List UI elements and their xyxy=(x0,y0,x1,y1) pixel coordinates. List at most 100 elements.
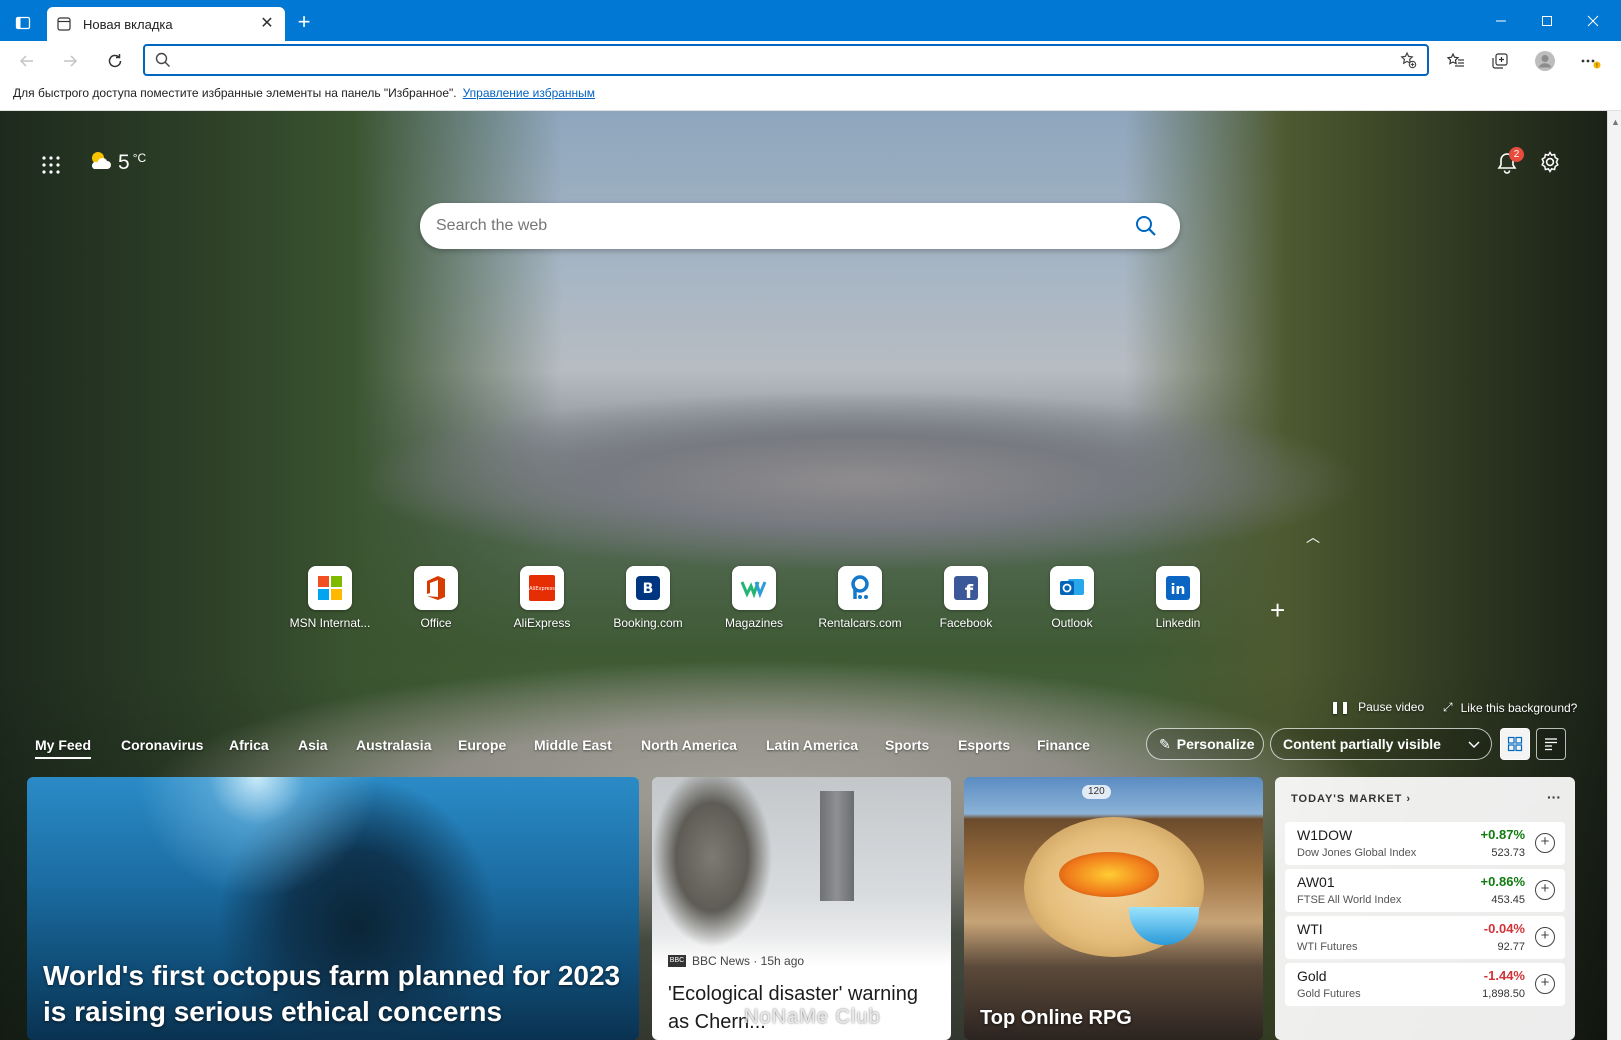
search-icon xyxy=(155,52,171,73)
content-visibility-label: Content partially visible xyxy=(1283,736,1441,752)
quick-link-linkedin[interactable]: in Linkedin xyxy=(1128,566,1228,630)
quick-link-label: Office xyxy=(420,616,452,630)
tab-title: Новая вкладка xyxy=(83,16,173,32)
favorites-icon[interactable] xyxy=(1441,46,1471,76)
personalize-label: Personalize xyxy=(1176,736,1255,752)
quick-link-msn[interactable]: MSN Internat... xyxy=(280,566,380,630)
market-symbol: WTI xyxy=(1297,921,1323,937)
quick-link-label: Rentalcars.com xyxy=(818,616,902,630)
weather-widget[interactable]: 5 °C xyxy=(88,149,146,176)
magazines-logo-icon xyxy=(732,566,776,610)
tab-sports[interactable]: Sports xyxy=(885,737,929,753)
address-input[interactable] xyxy=(179,50,1359,72)
quick-links: MSN Internat... Office AliExpress AliExp… xyxy=(280,566,1310,636)
market-row[interactable]: WTI WTI Futures -0.04% 92.77 + xyxy=(1285,916,1565,959)
search-icon[interactable] xyxy=(1134,214,1158,238)
content-visibility-dropdown[interactable]: Content partially visible xyxy=(1270,728,1492,760)
vertical-scrollbar[interactable]: ▲ xyxy=(1607,111,1621,1040)
quick-link-office[interactable]: Office xyxy=(386,566,486,630)
notification-bell-icon[interactable]: 2 xyxy=(1496,147,1524,175)
close-window-icon[interactable] xyxy=(1570,0,1616,41)
scroll-up-icon[interactable]: ▲ xyxy=(1611,117,1620,127)
market-value: 453.45 xyxy=(1491,894,1525,906)
quick-link-label: Linkedin xyxy=(1155,616,1201,630)
add-to-watchlist-icon[interactable]: + xyxy=(1535,833,1555,853)
personalize-button[interactable]: ✎ Personalize xyxy=(1146,728,1264,760)
list-view-icon[interactable] xyxy=(1536,728,1566,760)
collections-icon[interactable] xyxy=(1485,46,1515,76)
refresh-icon[interactable] xyxy=(100,46,130,76)
quick-link-label: Magazines xyxy=(724,616,784,630)
tab-esports[interactable]: Esports xyxy=(958,737,1010,753)
tab-north-america[interactable]: North America xyxy=(641,737,737,753)
svg-text:!: ! xyxy=(1596,63,1598,70)
chevron-up-icon[interactable]: ︿ xyxy=(1306,527,1320,547)
title-bar: Новая вкладка ✕ + xyxy=(0,0,1621,41)
add-to-watchlist-icon[interactable]: + xyxy=(1535,927,1555,947)
more-options-icon[interactable]: ··· xyxy=(1547,789,1561,805)
ad-card-game[interactable]: 120 Top Online RPG xyxy=(964,777,1263,1040)
tab-asia[interactable]: Asia xyxy=(298,737,328,753)
tab-middle-east[interactable]: Middle East xyxy=(534,737,612,753)
tab-europe[interactable]: Europe xyxy=(458,737,506,753)
tab-coronavirus[interactable]: Coronavirus xyxy=(121,737,203,753)
browser-tab-active[interactable]: Новая вкладка ✕ xyxy=(47,7,285,41)
gear-icon[interactable] xyxy=(1539,151,1563,175)
manage-favorites-link[interactable]: Управление избранным xyxy=(463,86,595,100)
tab-my-feed[interactable]: My Feed xyxy=(35,737,92,759)
market-row[interactable]: AW01 FTSE All World Index +0.86% 453.45 … xyxy=(1285,869,1565,912)
star-plus-icon[interactable] xyxy=(1399,51,1417,74)
quick-link-aliexpress[interactable]: AliExpress AliExpress xyxy=(492,566,592,630)
like-background-button[interactable]: ⤢ Like this background? xyxy=(1443,700,1577,715)
tab-latin-america[interactable]: Latin America xyxy=(766,737,858,753)
web-search-box[interactable] xyxy=(420,203,1180,249)
address-bar[interactable] xyxy=(143,44,1429,76)
web-search-input[interactable] xyxy=(436,215,1116,237)
pause-video-button[interactable]: ❚❚ Pause video xyxy=(1330,700,1424,714)
market-value: 92.77 xyxy=(1497,941,1525,953)
app-launcher-icon[interactable] xyxy=(40,154,62,176)
pencil-icon: ✎ xyxy=(1159,735,1171,752)
tab-africa[interactable]: Africa xyxy=(229,737,269,753)
chevron-right-icon: › xyxy=(1406,793,1412,805)
tab-actions-icon[interactable] xyxy=(8,8,38,38)
news-meta: BBC BBC News · 15h ago xyxy=(668,954,804,968)
more-menu-icon[interactable]: ! xyxy=(1575,46,1605,76)
outlook-logo-icon xyxy=(1050,566,1094,610)
news-photo xyxy=(652,777,951,947)
maximize-icon[interactable] xyxy=(1524,0,1570,41)
chevron-down-icon xyxy=(1467,737,1481,754)
market-row[interactable]: Gold Gold Futures -1.44% 1,898.50 + xyxy=(1285,963,1565,1006)
news-card-bbc[interactable]: BBC BBC News · 15h ago 'Ecological disas… xyxy=(652,777,951,1040)
new-tab-button[interactable]: + xyxy=(292,10,316,34)
add-quick-link-button[interactable]: + xyxy=(1270,595,1285,626)
quick-link-facebook[interactable]: f Facebook xyxy=(916,566,1016,630)
aliexpress-logo-icon: AliExpress xyxy=(520,566,564,610)
grid-view-icon[interactable] xyxy=(1500,728,1530,760)
market-name: WTI Futures xyxy=(1297,941,1358,953)
news-source: BBC News · 15h ago xyxy=(692,954,805,968)
quick-link-rentalcars[interactable]: Rentalcars.com xyxy=(810,566,910,630)
market-change: +0.86% xyxy=(1480,874,1525,889)
svg-text:B: B xyxy=(643,581,654,597)
profile-avatar-icon[interactable] xyxy=(1530,46,1560,76)
quick-link-booking[interactable]: B Booking.com xyxy=(598,566,698,630)
pause-video-label: Pause video xyxy=(1358,700,1425,714)
quick-link-label: MSN Internat... xyxy=(289,616,371,630)
quick-link-magazines[interactable]: Magazines xyxy=(704,566,804,630)
close-tab-icon[interactable]: ✕ xyxy=(259,16,275,32)
minimize-icon[interactable] xyxy=(1478,0,1524,41)
news-card-main[interactable]: World's first octopus farm planned for 2… xyxy=(27,777,639,1040)
back-arrow-icon[interactable] xyxy=(12,46,42,76)
weather-temperature: 5 xyxy=(118,150,130,174)
add-to-watchlist-icon[interactable]: + xyxy=(1535,880,1555,900)
market-title[interactable]: TODAY'S MARKET › xyxy=(1291,793,1411,805)
feed-navigation: My Feed Coronavirus Africa Asia Australa… xyxy=(0,722,1607,766)
add-to-watchlist-icon[interactable]: + xyxy=(1535,974,1555,994)
tab-australasia[interactable]: Australasia xyxy=(356,737,431,753)
market-row[interactable]: W1DOW Dow Jones Global Index +0.87% 523.… xyxy=(1285,822,1565,865)
quick-link-outlook[interactable]: Outlook xyxy=(1022,566,1122,630)
tab-finance[interactable]: Finance xyxy=(1037,737,1090,753)
market-symbol: W1DOW xyxy=(1297,827,1353,843)
forward-arrow-icon[interactable] xyxy=(55,46,85,76)
